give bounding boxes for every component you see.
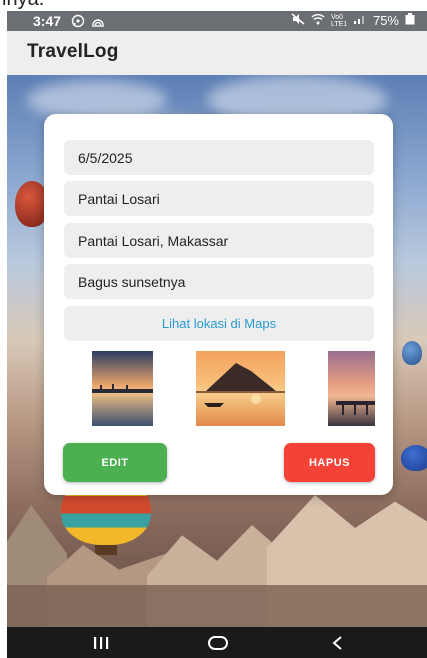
status-right-icons: Vo0 LTE1 75% [291, 13, 415, 28]
place-name-field[interactable]: Pantai Losari [64, 181, 374, 216]
cast-icon [91, 14, 105, 31]
navigation-bar [7, 627, 427, 658]
status-left-icons [71, 14, 105, 31]
recents-icon[interactable] [81, 632, 121, 654]
network-label: Vo0 LTE1 [330, 13, 348, 28]
home-icon[interactable] [198, 632, 238, 654]
sunset-pier-photo[interactable] [92, 351, 153, 426]
note-field[interactable]: Bagus sunsetnya [64, 264, 374, 299]
delete-button[interactable]: HAPUS [284, 443, 375, 482]
back-icon[interactable] [317, 632, 357, 654]
location-field[interactable]: Pantai Losari, Makassar [64, 223, 374, 258]
maps-link[interactable]: Lihat lokasi di Maps [64, 306, 374, 341]
app-title: TravelLog [27, 41, 119, 62]
sunset-mountain-boat-photo[interactable] [196, 351, 285, 426]
battery-percent: 75% [372, 13, 399, 28]
edit-button[interactable]: EDIT [63, 443, 167, 482]
signal-icon [353, 13, 367, 28]
wifi-icon [311, 13, 325, 28]
cropped-top-strip: inya. [0, 0, 427, 11]
travel-entry-card: 6/5/2025 Pantai Losari Pantai Losari, Ma… [44, 114, 393, 495]
mute-icon [291, 13, 305, 28]
date-field[interactable]: 6/5/2025 [64, 140, 374, 175]
status-time: 3:47 [33, 13, 62, 29]
app-bar: TravelLog [7, 31, 427, 75]
sunset-pier-narrow-photo[interactable] [328, 351, 375, 426]
battery-icon [405, 13, 415, 28]
whatsapp-icon [71, 14, 85, 31]
cropped-text: inya. [2, 0, 44, 11]
status-bar: 3:47 Vo0 LTE1 75% [7, 11, 427, 31]
